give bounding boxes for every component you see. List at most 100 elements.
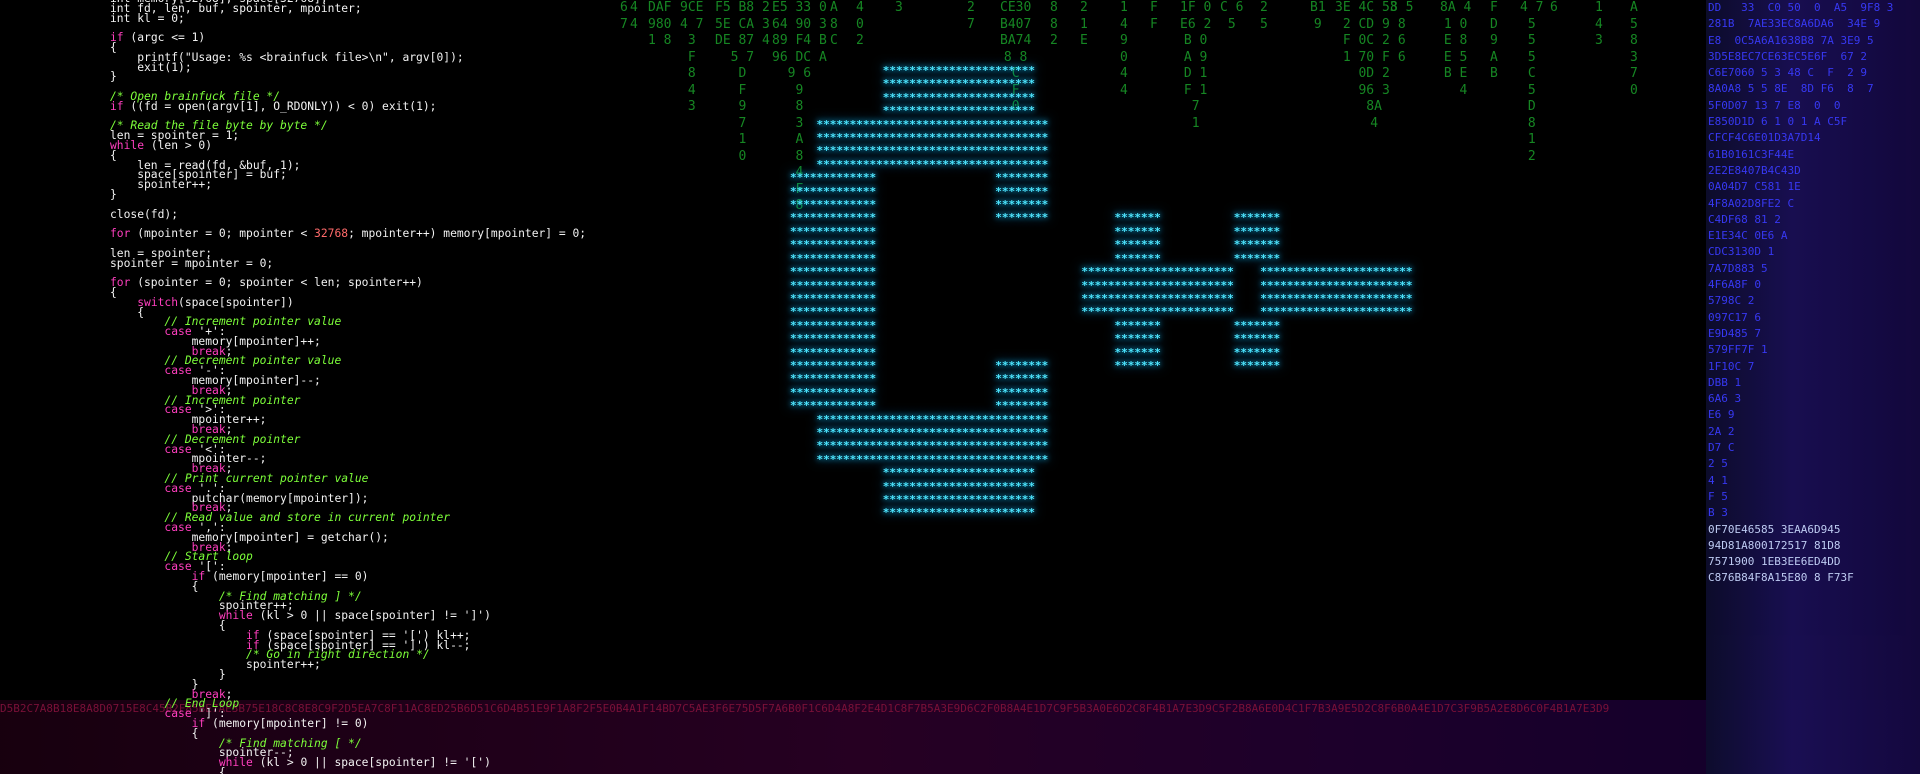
- hex-row: 281B 7AE33EC8A6DA6 34E 9: [1708, 17, 1881, 31]
- hex-row: 6A6 3: [1708, 392, 1742, 406]
- rain-column: 6: [1550, 0, 1558, 15]
- code-token: spointer = mpointer = 0;: [110, 256, 274, 270]
- hex-row: CDC3130D 1: [1708, 245, 1775, 259]
- rain-column: 1 4 3: [1595, 0, 1603, 48]
- hex-row: 2 5: [1708, 457, 1728, 471]
- hex-row: 4F8A02D8FE2 C: [1708, 196, 1795, 210]
- rain-column: B1 9: [1310, 0, 1326, 32]
- rain-column: 2 7: [967, 0, 975, 32]
- hex-row: 4F6A8F 0: [1708, 278, 1761, 292]
- hex-row: 0A04D7 C581 1E: [1708, 180, 1801, 194]
- code-token: {: [110, 765, 226, 774]
- code-line: }: [110, 71, 750, 82]
- logo-row: ***********************: [790, 493, 1036, 506]
- hex-row: 8A0A8 5 5 8E 8D F6 8 7: [1708, 82, 1874, 96]
- logo-row: ************* ******* *******: [790, 345, 1281, 359]
- logo-row: ************* *********************** **…: [790, 291, 1413, 305]
- code-token: if: [110, 99, 124, 113]
- code-line: if (memory[mpointer] != 0): [110, 718, 750, 729]
- logo-row: ***********************************: [790, 452, 1049, 466]
- code-token: (argc <= 1): [123, 31, 206, 45]
- hex-row: C876B84F8A15E80 8 F73F: [1708, 571, 1854, 585]
- hex-row: E850D1D 6 1 0 1 A C5F: [1708, 115, 1848, 129]
- code-token: (len > 0): [144, 138, 213, 152]
- hex-row: E8 0C5A6A1638B8 7A 3E9 5: [1708, 33, 1874, 47]
- logo-row: ***********************: [790, 64, 1036, 77]
- logo-row: ************* ********: [790, 171, 1049, 185]
- rain-column: 4 0 2: [856, 0, 864, 48]
- wallpaper: D5B2C7A8B18E8A8D0715E8C45B2F85BE7AE3B75E…: [0, 0, 1920, 774]
- cpp-ascii-logo: *********************** ****************…: [790, 64, 1490, 684]
- hex-row: 2E2E8407B4C43D: [1708, 163, 1801, 177]
- code-line: int kl = 0;: [110, 11, 750, 25]
- code-token: ((fd = open(argv[1], O_RDONLY)) < 0) exi…: [123, 99, 437, 113]
- rain-column: C 6 5: [1220, 0, 1244, 32]
- logo-row: ***********************: [790, 479, 1036, 493]
- code-line: switch(space[spointer]): [110, 295, 750, 309]
- rain-column: 2 1 E: [1080, 0, 1088, 48]
- hex-row: D7 C: [1708, 441, 1735, 455]
- code-token: int kl = 0;: [110, 11, 185, 25]
- code-line: spointer++;: [110, 178, 750, 192]
- code-line: for (spointer = 0; spointer < len; spoin…: [110, 277, 750, 288]
- code-line: printf("Usage: %s <brainfuck file>\n", a…: [110, 52, 750, 63]
- rain-column: 2 5: [1260, 0, 1268, 32]
- logo-row: ***********************************: [790, 144, 1049, 158]
- hex-row: C4DF68 81 2: [1708, 212, 1781, 226]
- code-line: exit(1);: [110, 61, 750, 72]
- logo-row: ***********************: [790, 506, 1036, 520]
- rain-column: F F: [1150, 0, 1158, 32]
- logo-row: ***********************************: [790, 439, 1049, 453]
- logo-row: ************* ******* *******: [790, 332, 1281, 346]
- rain-column: 4 7 5 5 5 C 5 D 8 1 2: [1520, 0, 1544, 164]
- logo-row: ***********************: [790, 90, 1036, 104]
- code-token: spointer++;: [110, 178, 213, 192]
- code-token: for: [110, 227, 131, 241]
- hex-row: CFCF4C6E01D3A7D14: [1708, 131, 1821, 145]
- rain-column: 3: [895, 0, 903, 15]
- hex-row: 5F0D07 13 7 E8 0 0: [1708, 98, 1841, 112]
- code-token: close(fd);: [110, 207, 179, 221]
- logo-row: ************* ********: [790, 385, 1049, 399]
- hex-row: DBB 1: [1708, 375, 1742, 389]
- hex-row: 5798C 2: [1708, 294, 1755, 308]
- logo-row: ************* ******* *******: [790, 318, 1281, 332]
- hex-row: B 3: [1708, 506, 1728, 520]
- logo-row: ************* ******** ******* *******: [790, 211, 1281, 225]
- logo-row: ************* ********: [790, 399, 1049, 413]
- hex-row: 61B0161C3F44E: [1708, 147, 1795, 161]
- hex-row: 7A7D883 5: [1708, 261, 1768, 275]
- code-token: }: [110, 187, 117, 201]
- hex-row: 0F70E46585 3EAA6D945: [1708, 522, 1841, 536]
- hex-row: 4 1: [1708, 473, 1728, 487]
- logo-row: ************* *********************** **…: [790, 265, 1413, 279]
- code-line: close(fd);: [110, 207, 750, 221]
- hex-row: 579FF7F 1: [1708, 343, 1768, 357]
- code-line: for (mpointer = 0; mpointer < 32768; mpo…: [110, 227, 750, 241]
- hex-row: E9D485 7: [1708, 326, 1761, 340]
- hex-row: 2A 2: [1708, 424, 1735, 438]
- code-token: (space[spointer]): [178, 295, 294, 309]
- hex-row: 7571900 1EB3EE6ED4DD: [1708, 555, 1841, 569]
- code-token: (mpointer = 0; mpointer <: [130, 227, 315, 241]
- logo-row: ************* ********: [790, 372, 1049, 386]
- logo-row: ***********************************: [790, 117, 1049, 131]
- rain-column: A 8 C: [830, 0, 838, 48]
- hex-row: 097C17 6: [1708, 310, 1761, 324]
- rain-column: 8 5 8 6 6: [1390, 0, 1414, 65]
- logo-row: ************* ********: [790, 198, 1049, 212]
- rain-column: 8 8 2: [1050, 0, 1058, 48]
- logo-row: ***********************************: [790, 412, 1049, 426]
- rain-column: A 5 8 3 7 0: [1630, 0, 1638, 98]
- logo-row: ************* ******* *******: [790, 238, 1281, 252]
- logo-row: ***********************************: [790, 131, 1049, 145]
- code-token: (kl > 0 || space[spointer] != ']'): [252, 609, 491, 623]
- hex-row: C6E7060 5 3 48 C F 2 9: [1708, 66, 1867, 80]
- logo-row: ***********************: [790, 77, 1036, 91]
- code-line: if (memory[mpointer] == 0): [110, 571, 750, 582]
- code-line: while (len > 0): [110, 138, 750, 152]
- hex-row: 3D5E8EC7CE63EC5E6F 67 2: [1708, 49, 1867, 63]
- hex-row: E6 9: [1708, 408, 1735, 422]
